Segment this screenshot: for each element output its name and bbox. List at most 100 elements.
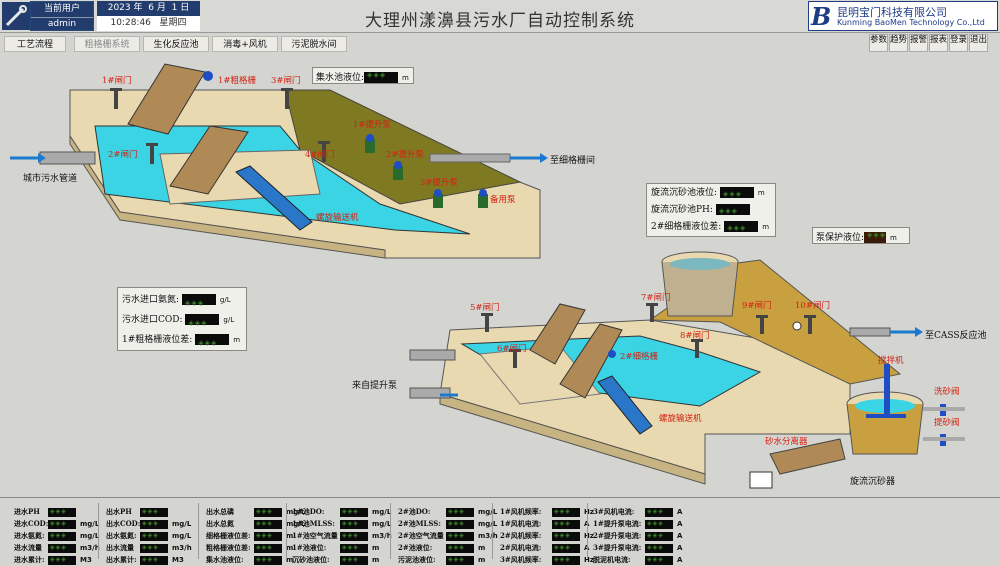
reading-unit: mg/L bbox=[478, 508, 498, 516]
params-button[interactable]: 参数 bbox=[869, 34, 888, 52]
reading-label: 1#池空气流量 bbox=[292, 531, 338, 540]
reading-label: 粗格栅液位差: bbox=[206, 543, 251, 552]
reading-label: 2#池MLSS: bbox=[398, 519, 441, 528]
lift-pump-1-label: 1#提升泵 bbox=[353, 120, 392, 130]
outlet-pipe-1 bbox=[429, 153, 511, 163]
reading-label: 出水COD: bbox=[106, 519, 141, 528]
reading-display bbox=[645, 506, 673, 518]
reading-label: 1#风机频率: bbox=[500, 507, 542, 516]
reading-unit: A bbox=[677, 532, 683, 540]
bottom-reading-row: 2#提升泵电流: A bbox=[593, 530, 682, 542]
tab-disinfection[interactable]: 消毒+风机 bbox=[212, 36, 278, 52]
reading-display bbox=[140, 542, 168, 554]
reading-display bbox=[552, 554, 580, 566]
from-pump-label: 来自提升泵 bbox=[352, 381, 398, 391]
bottom-reading-row: 1#风机频率:Hz bbox=[500, 506, 594, 518]
bottom-reading-row: 3#风机电流: A bbox=[593, 506, 682, 518]
bottom-reading-row: 2#风机电流:A bbox=[500, 542, 594, 554]
reading-display bbox=[552, 518, 580, 530]
reading-display bbox=[140, 554, 168, 566]
reading-label: 3#风机电流: bbox=[593, 507, 635, 516]
reading-label: 出水PH bbox=[106, 507, 132, 516]
tab-process-flow[interactable]: 工艺流程 bbox=[4, 36, 66, 52]
reading-label: 进水氨氮: bbox=[14, 531, 45, 540]
reading-label: 1#提升泵电流: bbox=[593, 519, 642, 528]
bottom-reading-row: 细格栅液位差:m bbox=[206, 530, 305, 542]
bottom-reading-row: 出水COD: mg/L bbox=[106, 518, 192, 530]
gate-8-label: 8#闸门 bbox=[680, 331, 710, 341]
bottom-reading-row: 出水总磷mg/L bbox=[206, 506, 305, 518]
gate-3-label: 3#闸门 bbox=[271, 76, 301, 86]
gate-2-label: 2#闸门 bbox=[108, 150, 138, 160]
reading-display bbox=[254, 518, 282, 530]
reading-label: 2#风机电流: bbox=[500, 543, 542, 552]
reading-display bbox=[140, 518, 168, 530]
reading-label: 1#池液位: bbox=[292, 543, 327, 552]
screw-conveyor-1-label: 螺旋输送机 bbox=[316, 213, 359, 223]
bottom-reading-row: 进水氨氮: mg/L bbox=[14, 530, 100, 542]
bottom-reading-row: 1#风机电流:A bbox=[500, 518, 594, 530]
city-pipe-label: 城市污水管道 bbox=[23, 174, 78, 184]
report-button[interactable]: 报表 bbox=[929, 34, 948, 52]
reading-label: 1#风机电流: bbox=[500, 519, 542, 528]
to-fine-screen-label: 至细格栅间 bbox=[550, 156, 596, 166]
reading-display bbox=[340, 530, 368, 542]
reading-unit: M3 bbox=[80, 556, 92, 564]
reading-display bbox=[254, 530, 282, 542]
bottom-column: 1#池DO: mg/L 1#池MLSS: mg/L 1#池空气流量 m3/h 1#池液位: m… bbox=[292, 506, 392, 566]
bottom-column: 1#风机频率:Hz1#风机电流:A2#风机频率:Hz2#风机电流:A3#风机频率… bbox=[500, 506, 594, 566]
bottom-reading-row: 1#池MLSS: mg/L bbox=[292, 518, 392, 530]
reading-display bbox=[645, 542, 673, 554]
reading-display bbox=[552, 506, 580, 518]
reading-unit: m bbox=[478, 556, 486, 564]
bottom-reading-row: 3#风机频率:Hz bbox=[500, 554, 594, 566]
coarse-screen-1-label: 1#粗格栅 bbox=[218, 76, 257, 86]
reading-display bbox=[254, 506, 282, 518]
reading-display bbox=[446, 518, 474, 530]
reading-label: 出水氨氮: bbox=[106, 531, 137, 540]
alarm-button[interactable]: 报警 bbox=[909, 34, 928, 52]
bottom-reading-row: 集水池液位:m bbox=[206, 554, 305, 566]
reading-label: 细格栅液位差: bbox=[206, 531, 251, 540]
mixer-icon[interactable] bbox=[884, 364, 890, 414]
reading-label: 污泥池液位: bbox=[398, 555, 436, 564]
reading-label: 2#池空气流量 bbox=[398, 531, 444, 540]
bottom-reading-row: 1#池液位: m bbox=[292, 542, 392, 554]
login-button[interactable]: 登录 bbox=[949, 34, 968, 52]
reading-display bbox=[645, 530, 673, 542]
reading-label: 进水累计: bbox=[14, 555, 45, 564]
bottom-reading-row: 出水流量 m3/h bbox=[106, 542, 192, 554]
reading-label: 2#池DO: bbox=[398, 507, 431, 516]
pump-protect-box: 泵保护液位:m bbox=[812, 227, 910, 244]
reading-label: 进水流量 bbox=[14, 543, 42, 552]
reading-unit: mg/L bbox=[172, 532, 192, 540]
reading-unit: mg/L bbox=[80, 532, 100, 540]
reading-display bbox=[340, 518, 368, 530]
reading-unit: mg/L bbox=[478, 520, 498, 528]
tab-sludge[interactable]: 污泥脱水间 bbox=[281, 36, 347, 52]
gate-4-label: 4#闸门 bbox=[305, 150, 335, 160]
reading-display bbox=[254, 554, 282, 566]
reading-label: 沉砂池液位: bbox=[292, 555, 330, 564]
process-diagram bbox=[10, 63, 965, 489]
exit-button[interactable]: 退出 bbox=[969, 34, 988, 52]
reading-unit: m3/h bbox=[172, 544, 192, 552]
tab-bio-reaction[interactable]: 生化反应池 bbox=[143, 36, 209, 52]
reading-label: 1#池DO: bbox=[292, 507, 325, 516]
trend-button[interactable]: 趋势 bbox=[889, 34, 908, 52]
bottom-reading-row: 3#提升泵电流: A bbox=[593, 542, 682, 554]
reading-label: 3#提升泵电流: bbox=[593, 543, 642, 552]
reading-unit: A bbox=[677, 508, 683, 516]
reading-label: 出水累计: bbox=[106, 555, 137, 564]
influent-row: 污水进口氨氮: g/L bbox=[122, 290, 242, 313]
tab-coarse-screen[interactable]: 粗格栅系统 bbox=[74, 36, 140, 52]
bottom-reading-row: 出水总氮mg/L bbox=[206, 518, 305, 530]
gate-9-label: 9#闸门 bbox=[742, 301, 772, 311]
bottom-reading-row: 1#池DO: mg/L bbox=[292, 506, 392, 518]
reading-display bbox=[340, 506, 368, 518]
reading-unit: mg/L bbox=[372, 520, 392, 528]
bottom-reading-row: 进水PH bbox=[14, 506, 100, 518]
reading-unit: m3/h bbox=[372, 532, 392, 540]
to-cass-label: 至CASS反应池 bbox=[925, 331, 987, 341]
gate-1-label: 1#闸门 bbox=[102, 76, 132, 86]
